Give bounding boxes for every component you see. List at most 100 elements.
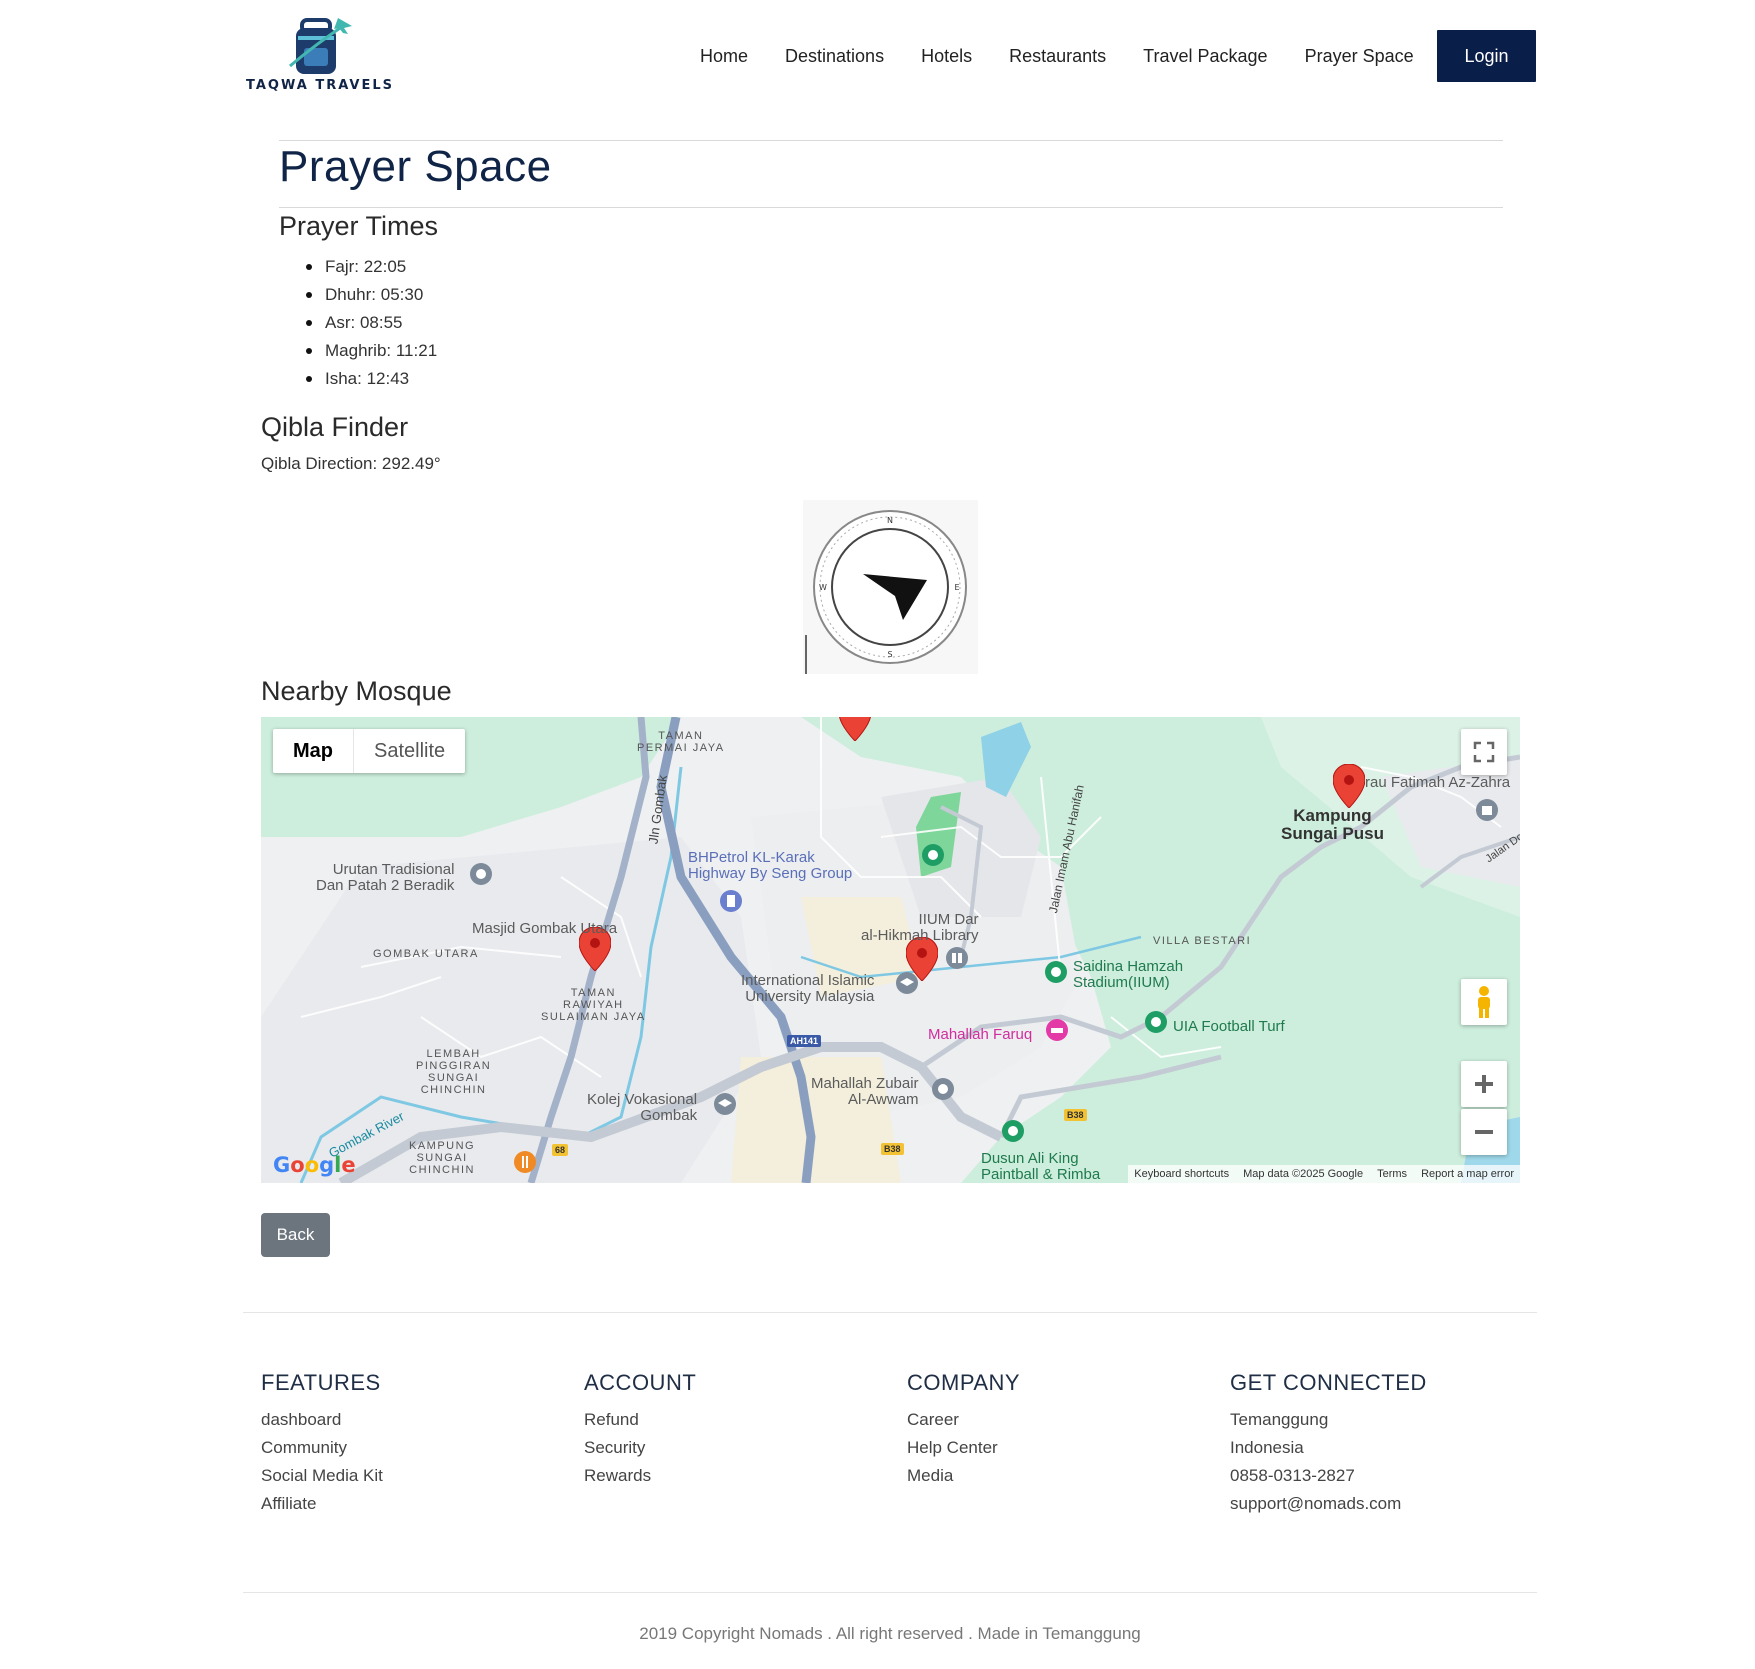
svg-text:E: E — [954, 583, 959, 592]
footer-link-refund[interactable]: Refund — [584, 1406, 696, 1434]
university-icon[interactable] — [895, 971, 919, 995]
back-button[interactable]: Back — [261, 1213, 330, 1257]
map-attribution: Keyboard shortcuts Map data ©2025 Google… — [1128, 1165, 1520, 1183]
map-label-iium-library: IIUM Dar al-Hikmah Library — [861, 911, 979, 944]
divider — [279, 140, 1503, 141]
prayer-time-dhuhr: Dhuhr: 05:30 — [306, 281, 437, 309]
route-shield-b38: B38 — [1064, 1109, 1087, 1121]
nav-prayer-space[interactable]: Prayer Space — [1305, 46, 1414, 67]
footer-divider — [243, 1592, 1537, 1593]
map-label-kampung: Kampung Sungai Pusu — [1281, 806, 1384, 843]
backpack-plane-icon — [289, 18, 352, 74]
logo[interactable]: TAQWA TRAVELS — [246, 14, 394, 98]
map-label-bhpetrol: BHPetrol KL-Karak Highway By Seng Group — [688, 849, 853, 882]
map-label-masjid: Masjid Gombak Utara — [472, 920, 618, 937]
footer-heading-account: ACCOUNT — [584, 1370, 697, 1395]
map-label-gombak-utara: GOMBAK UTARA — [373, 948, 479, 960]
footer-contact-city: Temanggung — [1230, 1410, 1329, 1429]
nav-destinations[interactable]: Destinations — [785, 46, 884, 67]
zoom-in-button[interactable] — [1461, 1061, 1507, 1107]
map-type-control: Map Satellite — [273, 729, 466, 773]
street-view-pegman-button[interactable] — [1461, 979, 1507, 1025]
plus-icon — [1475, 1075, 1493, 1093]
footer-contact-email[interactable]: support@nomads.com — [1230, 1490, 1427, 1518]
mosque-marker[interactable] — [1333, 764, 1365, 808]
map-label-fatimah: rau Fatimah Az-Zahra — [1365, 774, 1511, 791]
svg-text:N: N — [887, 516, 893, 525]
prayer-time-asr: Asr: 08:55 — [306, 309, 437, 337]
nav-hotels[interactable]: Hotels — [921, 46, 972, 67]
footer-link-career[interactable]: Career — [907, 1406, 1020, 1434]
map-label-dusun: Dusun Ali King Paintball & Rimba — [981, 1150, 1101, 1183]
qibla-heading: Qibla Finder — [261, 412, 409, 442]
map-type-map-button[interactable]: Map — [273, 729, 354, 773]
footer-link-social-media-kit[interactable]: Social Media Kit — [261, 1462, 383, 1490]
login-button[interactable]: Login — [1437, 30, 1536, 82]
minus-icon — [1475, 1130, 1493, 1134]
map-label-taman-rawiyah: TAMAN RAWIYAH SULAIMAN JAYA — [541, 987, 646, 1023]
footer-link-help-center[interactable]: Help Center — [907, 1434, 1020, 1462]
mosque-marker[interactable] — [839, 717, 871, 741]
map-label-zubair: Mahallah Zubair Al-Awwam — [811, 1075, 919, 1108]
nearby-mosque-map[interactable]: TAMAN PERMAI JAYA Urutan Tradisional Dan P… — [261, 717, 1520, 1183]
pegman-icon — [1478, 986, 1490, 1018]
report-map-error-link[interactable]: Report a map error — [1421, 1168, 1514, 1180]
footer-link-affiliate[interactable]: Affiliate — [261, 1490, 383, 1518]
footer-column-get-connected: GET CONNECTED Temanggung Indonesia 0858-… — [1230, 1370, 1427, 1518]
map-label-taman-permai: TAMAN PERMAI JAYA — [637, 730, 725, 754]
prayer-times-heading: Prayer Times — [279, 211, 439, 241]
museum-icon[interactable] — [1475, 798, 1499, 822]
map-label-villa: VILLA BESTARI — [1153, 935, 1252, 947]
footer-column-account: ACCOUNT Refund Security Rewards — [584, 1370, 696, 1490]
zoom-out-button[interactable] — [1461, 1109, 1507, 1155]
route-shield-b38: B38 — [881, 1143, 904, 1155]
park-pin-icon[interactable] — [921, 843, 945, 867]
poi-pin-icon[interactable] — [931, 1077, 955, 1101]
footer-heading-features: FEATURES — [261, 1370, 381, 1395]
fuel-station-icon[interactable] — [719, 889, 743, 913]
copyright-text: 2019 Copyright Nomads . All right reserv… — [639, 1624, 1141, 1643]
terms-link[interactable]: Terms — [1377, 1168, 1407, 1180]
footer-link-dashboard[interactable]: dashboard — [261, 1406, 383, 1434]
page-title: Prayer Space — [279, 142, 552, 191]
footer-link-rewards[interactable]: Rewards — [584, 1462, 696, 1490]
route-shield-ah141: AH141 — [787, 1035, 822, 1047]
stadium-icon[interactable] — [1044, 960, 1068, 984]
park-pin-icon[interactable] — [1001, 1119, 1025, 1143]
nav-travel-package[interactable]: Travel Package — [1143, 46, 1267, 67]
hotel-icon[interactable] — [1045, 1018, 1069, 1042]
svg-text:W: W — [819, 583, 827, 592]
prayer-time-fajr: Fajr: 22:05 — [306, 253, 437, 281]
route-shield-68: 68 — [552, 1144, 569, 1156]
svg-text:S: S — [887, 650, 892, 659]
qibla-compass: N S E W — [803, 500, 978, 674]
library-icon[interactable] — [945, 946, 969, 970]
fullscreen-button[interactable] — [1461, 729, 1507, 775]
footer-link-media[interactable]: Media — [907, 1462, 1020, 1490]
poi-pin-icon[interactable] — [469, 862, 493, 886]
footer-link-community[interactable]: Community — [261, 1434, 383, 1462]
logo-text: TAQWA TRAVELS — [246, 78, 394, 93]
divider — [279, 207, 1503, 208]
map-label-urutan: Urutan Tradisional Dan Patah 2 Beradik — [316, 861, 455, 894]
nav-home[interactable]: Home — [700, 46, 748, 67]
footer-column-company: COMPANY Career Help Center Media — [907, 1370, 1020, 1490]
prayer-time-maghrib: Maghrib: 11:21 — [306, 337, 437, 365]
map-label-saidina: Saidina Hamzah Stadium(IIUM) — [1073, 958, 1184, 991]
footer-heading-get-connected: GET CONNECTED — [1230, 1370, 1427, 1395]
nav-restaurants[interactable]: Restaurants — [1009, 46, 1106, 67]
map-label-iium: International Islamic University Malaysia — [741, 972, 875, 1005]
footer-contact-phone: 0858-0313-2827 — [1230, 1466, 1355, 1485]
prayer-times-list: Fajr: 22:05 Dhuhr: 05:30 Asr: 08:55 Magh… — [306, 253, 437, 393]
football-turf-icon[interactable] — [1144, 1010, 1168, 1034]
map-data-text: Map data ©2025 Google — [1243, 1168, 1364, 1180]
footer-heading-company: COMPANY — [907, 1370, 1021, 1395]
map-type-satellite-button[interactable]: Satellite — [354, 729, 465, 773]
prayer-time-isha: Isha: 12:43 — [306, 365, 437, 393]
school-icon[interactable] — [713, 1092, 737, 1116]
restaurant-icon[interactable] — [513, 1150, 537, 1174]
nearby-mosque-heading: Nearby Mosque — [261, 676, 452, 706]
footer-link-security[interactable]: Security — [584, 1434, 696, 1462]
keyboard-shortcuts-link[interactable]: Keyboard shortcuts — [1134, 1168, 1229, 1180]
map-label-kampung-chinchin: KAMPUNG SUNGAI CHINCHIN — [409, 1140, 476, 1176]
